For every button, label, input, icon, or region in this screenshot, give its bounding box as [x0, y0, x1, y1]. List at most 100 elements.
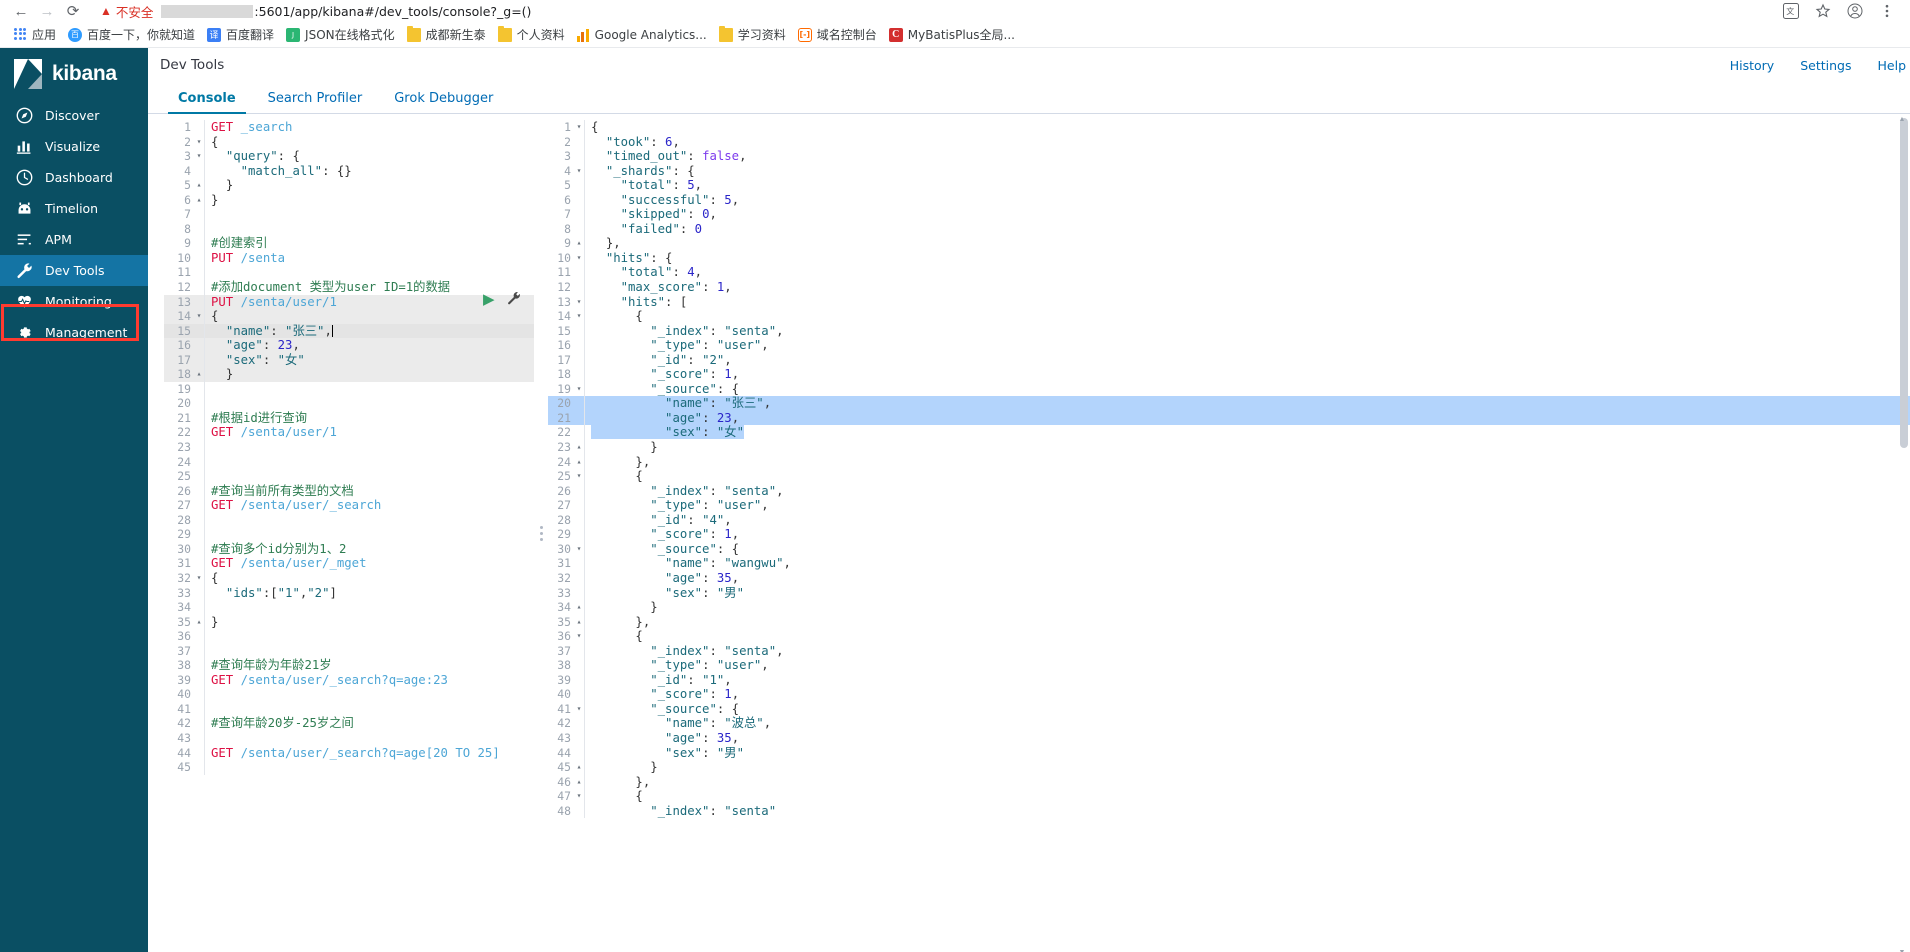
sidebar-item-monitoring[interactable]: Monitoring [0, 286, 148, 317]
fold-toggle-icon[interactable]: ▴ [574, 760, 584, 775]
code-line[interactable]: 40 [164, 687, 534, 702]
code-line[interactable]: 11 "total": 4, [548, 265, 1910, 281]
code-line[interactable]: 32 "age": 35, [548, 570, 1910, 586]
code-line[interactable]: 33 "sex": "男" [548, 585, 1910, 601]
fold-toggle-icon[interactable]: ▴ [574, 615, 584, 630]
code-line[interactable]: 34 [164, 600, 534, 615]
fold-toggle-icon[interactable]: ▴ [574, 775, 584, 790]
sidebar-item-dashboard[interactable]: Dashboard [0, 162, 148, 193]
bookmark-item[interactable]: C MyBatisPlus全局... [884, 24, 1022, 45]
code-line[interactable]: 28 "_id": "4", [548, 512, 1910, 528]
code-line[interactable]: 45 ▴ } [548, 760, 1910, 775]
code-line[interactable]: 4 "match_all": {} [164, 163, 534, 179]
fold-toggle-icon[interactable]: ▴ [574, 600, 584, 615]
code-line[interactable]: 26 #查询当前所有类型的文档 [164, 483, 534, 499]
sidebar-item-visualize[interactable]: Visualize [0, 131, 148, 162]
code-line[interactable]: 3 ▾ "query": { [164, 149, 534, 164]
code-line[interactable]: 34 ▴ } [548, 600, 1910, 615]
code-line[interactable]: 43 "age": 35, [548, 730, 1910, 746]
code-line[interactable]: 32 ▾ { [164, 570, 534, 586]
code-line[interactable]: 38 #查询年龄为年龄21岁 [164, 658, 534, 673]
response-output-pane[interactable]: 1 ▾{2 "took": 6, 3 "timed_out": false, 4 ▾ "… [548, 114, 1910, 952]
code-line[interactable]: 1 ▾ { [548, 120, 1910, 135]
code-line[interactable]: 2 ▾ { [164, 134, 534, 150]
bookmark-item[interactable]: [-] 域名控制台 [793, 24, 884, 45]
code-line[interactable]: 37 [164, 643, 534, 659]
code-line[interactable]: 15 "name": "张三", [164, 323, 534, 339]
tab-grok-debugger[interactable]: Grok Debugger [378, 91, 509, 113]
code-line[interactable]: 8 "failed": 0 [548, 221, 1910, 237]
header-link-history[interactable]: History [1730, 58, 1774, 73]
code-line[interactable]: 45 [164, 760, 534, 775]
reload-button[interactable]: ⟳ [60, 1, 86, 21]
code-line[interactable]: 20 [164, 396, 534, 411]
code-line[interactable]: 47 ▾ { [548, 789, 1910, 804]
bookmark-item[interactable]: 应用 [8, 24, 63, 45]
tab-search-profiler[interactable]: Search Profiler [252, 91, 379, 113]
code-line[interactable]: 6 "successful": 5, [548, 192, 1910, 208]
code-line[interactable]: 42 #查询年龄20岁-25岁之间 [164, 716, 534, 731]
fold-toggle-icon[interactable]: ▴ [194, 615, 204, 630]
code-line[interactable]: 17 "sex": "女" [164, 352, 534, 368]
menu-icon[interactable] [1878, 2, 1896, 20]
code-line[interactable]: 44 "sex": "男" [548, 745, 1910, 761]
security-indicator[interactable]: ▲ 不安全 [100, 2, 153, 21]
code-line[interactable]: 27 "_type": "user", [548, 498, 1910, 513]
header-link-help[interactable]: Help [1878, 58, 1907, 73]
fold-toggle-icon[interactable]: ▾ [574, 251, 584, 266]
code-line[interactable]: 8 [164, 221, 534, 237]
bookmark-item[interactable]: J JSON在线格式化 [281, 24, 402, 45]
code-line[interactable]: 41 [164, 701, 534, 717]
back-button[interactable]: ← [8, 1, 34, 21]
code-line[interactable]: 12 #添加document 类型为user ID=1的数据 [164, 280, 534, 295]
fold-toggle-icon[interactable]: ▾ [194, 135, 204, 150]
code-line[interactable]: 18 "_score": 1, [548, 367, 1910, 382]
sidebar-item-discover[interactable]: Discover [0, 100, 148, 131]
bookmark-item[interactable]: 学习资料 [714, 24, 793, 45]
code-line[interactable]: 17 "_id": "2", [548, 352, 1910, 368]
code-line[interactable]: 16 "age": 23, [164, 338, 534, 353]
fold-toggle-icon[interactable]: ▴ [194, 178, 204, 193]
request-editor[interactable]: 1 GET _search 2 ▾{3 ▾ "query": {4 "match_all… [164, 114, 534, 952]
output-scrollbar-thumb[interactable] [1900, 118, 1908, 448]
code-line[interactable]: 16 "_type": "user", [548, 338, 1910, 353]
code-line[interactable]: 44 GET /senta/user/_search?q=age[20 TO 25… [164, 745, 534, 761]
fold-toggle-icon[interactable]: ▾ [574, 629, 584, 644]
fold-toggle-icon[interactable]: ▾ [574, 382, 584, 397]
fold-toggle-icon[interactable]: ▴ [194, 367, 204, 382]
fold-toggle-icon[interactable]: ▾ [574, 702, 584, 717]
code-line[interactable]: 18 ▴ } [164, 367, 534, 382]
code-line[interactable]: 13 PUT /senta/user/1 [164, 294, 534, 310]
fold-toggle-icon[interactable]: ▴ [194, 193, 204, 208]
code-line[interactable]: 23 ▴ } [548, 440, 1910, 455]
fold-toggle-icon[interactable]: ▾ [574, 542, 584, 557]
code-line[interactable]: 31 "name": "wangwu", [548, 556, 1910, 571]
code-line[interactable]: 30 ▾ "_source": { [548, 541, 1910, 557]
code-line[interactable]: 25 ▾ { [548, 469, 1910, 484]
code-line[interactable]: 29 [164, 527, 534, 542]
code-line[interactable]: 41 ▾ "_source": { [548, 701, 1910, 717]
url-text[interactable]: :5601/app/kibana#/dev_tools/console?_g=(… [254, 4, 531, 19]
fold-toggle-icon[interactable]: ▾ [574, 120, 584, 135]
code-line[interactable]: 39 "_id": "1", [548, 672, 1910, 688]
code-line[interactable]: 23 [164, 440, 534, 455]
forward-button[interactable]: → [34, 1, 60, 21]
fold-toggle-icon[interactable]: ▾ [574, 164, 584, 179]
code-line[interactable]: 31 GET /senta/user/_mget [164, 556, 534, 571]
fold-toggle-icon[interactable]: ▾ [574, 295, 584, 310]
code-line[interactable]: 4 ▾ "_shards": { [548, 163, 1910, 179]
bookmark-item[interactable]: 成都新生泰 [402, 24, 493, 45]
request-editor-pane[interactable]: 1 GET _search 2 ▾{3 ▾ "query": {4 "match_all… [148, 114, 534, 952]
code-line[interactable]: 10 ▾ "hits": { [548, 250, 1910, 266]
code-line[interactable]: 35 ▴ }, [548, 614, 1910, 630]
profile-icon[interactable] [1846, 2, 1864, 20]
code-line[interactable]: 46 ▴ }, [548, 774, 1910, 790]
output-scrollbar[interactable]: ▲ ▼ [1899, 116, 1908, 952]
code-line[interactable]: 42 "name": "波总", [548, 716, 1910, 731]
code-line[interactable]: 5 "total": 5, [548, 178, 1910, 193]
code-line[interactable]: 24 ▴ }, [548, 454, 1910, 470]
code-line[interactable]: 26 "_index": "senta", [548, 483, 1910, 499]
code-line[interactable]: 7 "skipped": 0, [548, 207, 1910, 222]
code-line[interactable]: 12 "max_score": 1, [548, 280, 1910, 295]
play-icon[interactable]: ▶ [483, 292, 495, 307]
